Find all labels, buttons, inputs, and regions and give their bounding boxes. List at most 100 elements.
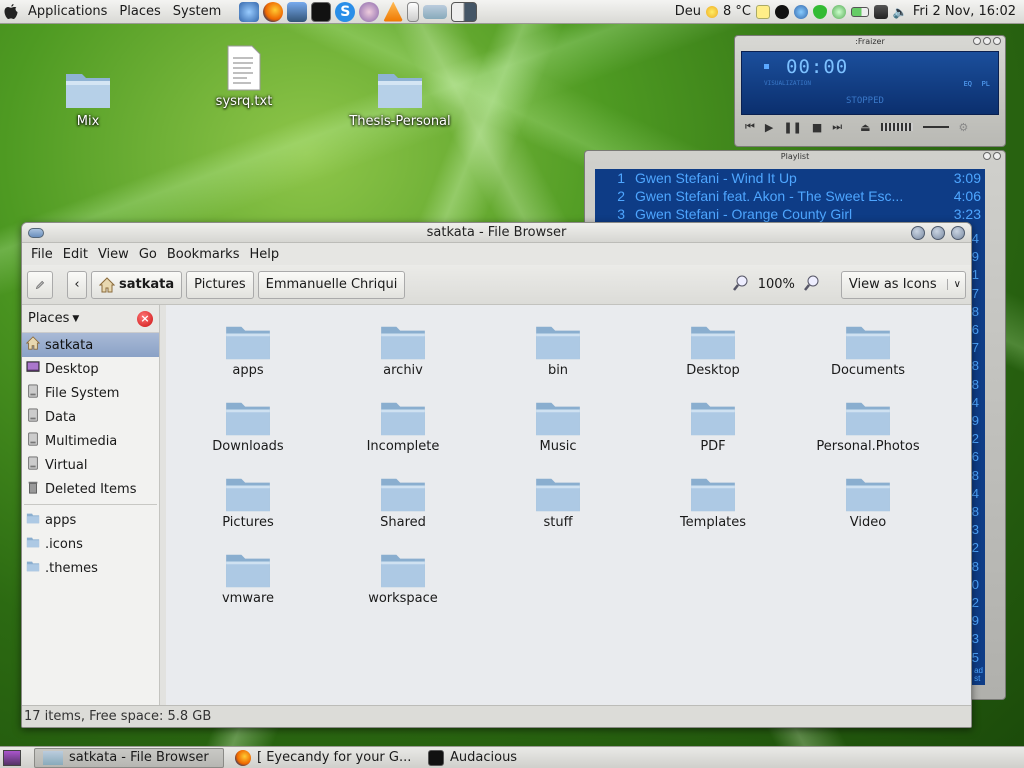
previous-icon[interactable]: ⏮	[745, 120, 755, 134]
firefox-icon[interactable]	[263, 1, 284, 22]
file-item[interactable]: bin	[498, 323, 618, 378]
stop-icon[interactable]: ■	[812, 121, 822, 134]
maximize-button[interactable]	[931, 226, 945, 240]
eq-toggle[interactable]: EQ	[964, 80, 972, 88]
time-display[interactable]: 00:00	[786, 56, 848, 78]
file-item[interactable]: Music	[498, 399, 618, 454]
file-item[interactable]: archiv	[343, 323, 463, 378]
minimize-button[interactable]	[973, 37, 981, 45]
playlist-row[interactable]: 2 Gwen Stefani feat. Akon - The Sweet Esc…	[595, 187, 985, 205]
show-desktop-icon[interactable]	[3, 749, 21, 766]
close-button[interactable]	[993, 37, 1001, 45]
file-view[interactable]: apps archiv bin Desktop Documents Downloads In…	[166, 305, 971, 705]
sidebar-item-multimedia[interactable]: Multimedia	[22, 429, 159, 453]
window-titlebar[interactable]: satkata - File Browser	[22, 223, 971, 243]
volume-icon[interactable]: 🔈	[893, 5, 908, 19]
keyboard-layout[interactable]: Deu	[675, 4, 701, 19]
file-item[interactable]: Incomplete	[343, 399, 463, 454]
folder-icon[interactable]	[423, 4, 448, 19]
menu-system[interactable]: System	[167, 0, 227, 24]
places-select[interactable]: Places	[28, 311, 69, 326]
close-button[interactable]	[951, 226, 965, 240]
shade-button[interactable]	[983, 152, 991, 160]
file-item[interactable]: Video	[808, 475, 928, 530]
file-item[interactable]: vmware	[188, 551, 308, 606]
sidebar-item-icons[interactable]: .icons	[22, 532, 159, 556]
itunes-icon[interactable]	[239, 1, 260, 22]
playlist-row[interactable]: 3 Gwen Stefani - Orange County Girl 3:23	[595, 205, 985, 223]
zoom-out-icon[interactable]	[732, 274, 750, 296]
shield-icon[interactable]	[812, 4, 827, 19]
desktop-icon-thesis[interactable]: Thesis-Personal	[345, 68, 455, 129]
file-item[interactable]: Desktop	[653, 323, 773, 378]
file-item[interactable]: Documents	[808, 323, 928, 378]
file-item[interactable]: PDF	[653, 399, 773, 454]
taskbar-item[interactable]: [ Eyecandy for your G...	[227, 748, 417, 768]
notes-icon[interactable]	[755, 4, 770, 19]
eject-icon[interactable]: ⏏	[860, 121, 870, 134]
file-item[interactable]: Personal.Photos	[808, 399, 928, 454]
view-mode-select[interactable]: View as Icons ∨	[840, 270, 966, 299]
sidebar-item-desktop[interactable]: Desktop	[22, 357, 159, 381]
update-icon[interactable]	[831, 4, 846, 19]
file-item[interactable]: apps	[188, 323, 308, 378]
visualization-label[interactable]: VISUALIZATION	[764, 80, 811, 87]
menu-view[interactable]: View	[93, 247, 134, 262]
breadcrumb-pictures[interactable]: Pictures	[186, 270, 254, 299]
terminal-icon[interactable]	[311, 1, 332, 22]
taskbar-item[interactable]: satkata - File Browser	[34, 747, 224, 768]
sidebar-item-themes[interactable]: .themes	[22, 556, 159, 580]
skin-icon[interactable]: ⚙	[959, 121, 969, 134]
location-toggle-button[interactable]	[27, 270, 53, 299]
menu-help[interactable]: Help	[244, 247, 284, 262]
places-header[interactable]: Places ▼ ×	[22, 305, 159, 333]
desktop-icon-mix[interactable]: Mix	[33, 68, 143, 129]
sidebar-item-virtual[interactable]: Virtual	[22, 453, 159, 477]
balance-slider[interactable]	[922, 126, 949, 128]
breadcrumb-emmanuelle[interactable]: Emmanuelle Chriqui	[257, 270, 406, 299]
sidebar-item-deleted-items[interactable]: Deleted Items	[22, 477, 159, 501]
file-item[interactable]: Templates	[653, 475, 773, 530]
window-menu-icon[interactable]	[28, 228, 44, 238]
skype-icon[interactable]: S	[335, 1, 356, 22]
battery-icon[interactable]	[850, 6, 869, 17]
ipod-icon[interactable]	[407, 1, 420, 22]
menu-file[interactable]: File	[26, 247, 58, 262]
menu-bookmarks[interactable]: Bookmarks	[162, 247, 245, 262]
next-icon[interactable]: ⏭	[832, 120, 842, 134]
file-item[interactable]: Downloads	[188, 399, 308, 454]
workspace-icon[interactable]	[451, 1, 478, 22]
menu-go[interactable]: Go	[134, 247, 162, 262]
sidebar-item-satkata[interactable]: satkata	[22, 333, 159, 357]
sidebar-item-data[interactable]: Data	[22, 405, 159, 429]
apple-menu-icon[interactable]	[0, 3, 22, 20]
back-button[interactable]: ‹	[67, 270, 87, 299]
vlc-icon[interactable]	[383, 1, 404, 22]
network-globe-icon[interactable]	[793, 4, 808, 19]
file-item[interactable]: Shared	[343, 475, 463, 530]
close-sidebar-icon[interactable]: ×	[137, 311, 153, 327]
pidgin-icon[interactable]	[359, 1, 380, 22]
file-item[interactable]: Pictures	[188, 475, 308, 530]
file-item[interactable]: workspace	[343, 551, 463, 606]
playlist-row[interactable]: 1 Gwen Stefani - Wind It Up 3:09	[595, 169, 985, 187]
file-item[interactable]: stuff	[498, 475, 618, 530]
zoom-level[interactable]: 100%	[758, 277, 795, 292]
network-icon[interactable]	[873, 4, 888, 19]
mail-icon[interactable]	[287, 1, 308, 22]
close-button[interactable]	[993, 152, 1001, 160]
taskbar-item[interactable]: Audacious	[420, 748, 525, 768]
menu-applications[interactable]: Applications	[22, 0, 113, 24]
volume-slider[interactable]	[880, 123, 913, 131]
zoom-in-icon[interactable]	[803, 274, 821, 296]
audacious-tray-icon[interactable]	[774, 4, 789, 19]
desktop-icon-sysrq[interactable]: sysrq.txt	[189, 44, 299, 109]
menu-edit[interactable]: Edit	[58, 247, 93, 262]
clock[interactable]: Fri 2 Nov, 16:02	[913, 4, 1016, 19]
weather-temp[interactable]: 8 °C	[723, 4, 751, 19]
pause-icon[interactable]: ❚❚	[783, 121, 801, 134]
minimize-button[interactable]	[911, 226, 925, 240]
play-icon[interactable]: ▶	[765, 121, 773, 134]
menu-places[interactable]: Places	[113, 0, 166, 24]
sidebar-item-apps[interactable]: apps	[22, 508, 159, 532]
